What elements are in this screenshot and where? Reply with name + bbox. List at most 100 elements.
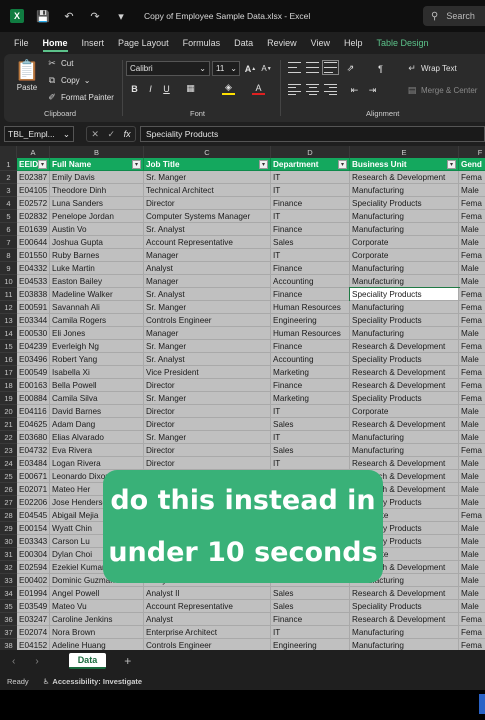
row-number[interactable]: 29 bbox=[0, 522, 17, 535]
table-cell[interactable]: Marketing bbox=[271, 366, 350, 379]
table-cell[interactable]: Fema bbox=[459, 249, 485, 262]
row-number[interactable]: 21 bbox=[0, 418, 17, 431]
row-number[interactable]: 35 bbox=[0, 600, 17, 613]
table-cell[interactable]: IT bbox=[271, 626, 350, 639]
table-cell[interactable]: Manufacturing bbox=[350, 444, 459, 457]
table-cell[interactable]: E00591 bbox=[17, 301, 50, 314]
table-cell[interactable]: Madeline Walker bbox=[50, 288, 144, 301]
table-cell[interactable]: Fema bbox=[459, 314, 485, 327]
table-cell[interactable]: Male bbox=[459, 184, 485, 197]
table-cell[interactable]: E03838 bbox=[17, 288, 50, 301]
table-cell[interactable]: Fema bbox=[459, 288, 485, 301]
table-cell[interactable]: Computer Systems Manager bbox=[144, 210, 271, 223]
sheet-tab-data[interactable]: Data bbox=[68, 653, 107, 669]
table-cell[interactable]: Research & Development bbox=[350, 418, 459, 431]
table-cell[interactable]: Male bbox=[459, 470, 485, 483]
align-center-icon[interactable] bbox=[306, 84, 319, 95]
table-cell[interactable]: E03343 bbox=[17, 535, 50, 548]
row-number[interactable]: 32 bbox=[0, 561, 17, 574]
table-cell[interactable]: Easton Bailey bbox=[50, 275, 144, 288]
table-cell[interactable]: Manufacturing bbox=[350, 262, 459, 275]
table-cell[interactable]: Fema bbox=[459, 392, 485, 405]
table-cell[interactable]: Finance bbox=[271, 288, 350, 301]
table-cell[interactable]: Account Representative bbox=[144, 236, 271, 249]
table-cell[interactable]: Manufacturing bbox=[350, 626, 459, 639]
table-cell[interactable]: Director bbox=[144, 457, 271, 470]
row-number[interactable]: 14 bbox=[0, 327, 17, 340]
tab-table-design[interactable]: Table Design bbox=[370, 32, 436, 54]
table-cell[interactable]: Luna Sanders bbox=[50, 197, 144, 210]
table-cell[interactable]: Sr. Manger bbox=[144, 171, 271, 184]
column-header-d[interactable]: D bbox=[271, 146, 350, 158]
table-cell[interactable]: Caroline Jenkins bbox=[50, 613, 144, 626]
table-cell[interactable]: Sales bbox=[271, 600, 350, 613]
table-cell[interactable]: Human Resources bbox=[271, 327, 350, 340]
table-cell[interactable]: Director bbox=[144, 418, 271, 431]
merge-center-button[interactable]: ▤ Merge & Center bbox=[406, 85, 478, 96]
table-cell[interactable]: Adam Dang bbox=[50, 418, 144, 431]
table-cell[interactable]: E00154 bbox=[17, 522, 50, 535]
table-cell[interactable]: Research & Development bbox=[350, 171, 459, 184]
table-cell[interactable]: E00304 bbox=[17, 548, 50, 561]
table-cell[interactable]: E04239 bbox=[17, 340, 50, 353]
table-header-cell[interactable]: Gend bbox=[459, 158, 485, 171]
table-cell[interactable]: E00530 bbox=[17, 327, 50, 340]
table-cell[interactable]: Director bbox=[144, 379, 271, 392]
table-cell[interactable]: Enterprise Architect bbox=[144, 626, 271, 639]
table-cell[interactable]: Male bbox=[459, 353, 485, 366]
table-cell[interactable]: E02387 bbox=[17, 171, 50, 184]
table-cell[interactable]: Research & Development bbox=[350, 340, 459, 353]
add-sheet-button[interactable]: + bbox=[124, 654, 131, 668]
table-cell[interactable]: Fema bbox=[459, 197, 485, 210]
column-header-b[interactable]: B bbox=[50, 146, 144, 158]
table-cell[interactable]: Account Representative bbox=[144, 600, 271, 613]
row-number[interactable]: 24 bbox=[0, 457, 17, 470]
decrease-indent-icon[interactable]: ⇤ bbox=[348, 84, 361, 97]
table-cell[interactable]: Controls Engineer bbox=[144, 639, 271, 650]
table-cell[interactable]: E04105 bbox=[17, 184, 50, 197]
customize-quick-access-icon[interactable]: ▾ bbox=[114, 9, 128, 23]
row-number[interactable]: 37 bbox=[0, 626, 17, 639]
align-right-icon[interactable] bbox=[324, 84, 337, 95]
filter-dropdown-icon[interactable]: ▾ bbox=[259, 160, 268, 169]
table-cell[interactable]: E03247 bbox=[17, 613, 50, 626]
row-number[interactable]: 11 bbox=[0, 288, 17, 301]
redo-icon[interactable]: ↷ bbox=[88, 9, 102, 23]
table-cell[interactable]: Speciality Products bbox=[350, 197, 459, 210]
table-cell[interactable]: Theodore Dinh bbox=[50, 184, 144, 197]
table-cell[interactable]: E00163 bbox=[17, 379, 50, 392]
table-cell[interactable]: Director bbox=[144, 197, 271, 210]
table-cell[interactable]: Fema bbox=[459, 171, 485, 184]
table-cell[interactable]: Sr. Manger bbox=[144, 431, 271, 444]
row-number[interactable]: 1 bbox=[0, 158, 17, 171]
table-cell[interactable]: E02594 bbox=[17, 561, 50, 574]
table-cell[interactable]: Research & Development bbox=[350, 457, 459, 470]
table-cell[interactable]: Manufacturing bbox=[350, 639, 459, 650]
row-number[interactable]: 7 bbox=[0, 236, 17, 249]
table-cell[interactable]: E01994 bbox=[17, 587, 50, 600]
active-cell[interactable]: Speciality Products bbox=[349, 287, 460, 302]
row-number[interactable]: 36 bbox=[0, 613, 17, 626]
chevron-left-icon[interactable]: ‹ bbox=[12, 656, 15, 667]
chevron-right-icon[interactable]: › bbox=[35, 656, 38, 667]
font-color-icon[interactable]: A bbox=[252, 82, 265, 95]
table-cell[interactable]: E00671 bbox=[17, 470, 50, 483]
accessibility-status[interactable]: ♿ Accessibility: Investigate bbox=[43, 677, 142, 686]
table-cell[interactable]: Male bbox=[459, 431, 485, 444]
filter-dropdown-icon[interactable]: ▾ bbox=[38, 160, 47, 169]
table-cell[interactable]: Finance bbox=[271, 379, 350, 392]
table-cell[interactable]: Male bbox=[459, 327, 485, 340]
table-cell[interactable]: IT bbox=[271, 171, 350, 184]
table-cell[interactable]: E04625 bbox=[17, 418, 50, 431]
table-cell[interactable]: Marketing bbox=[271, 392, 350, 405]
table-cell[interactable]: Analyst bbox=[144, 613, 271, 626]
row-number[interactable]: 28 bbox=[0, 509, 17, 522]
grow-font-button[interactable]: A ▲ bbox=[244, 62, 257, 75]
row-number[interactable]: 9 bbox=[0, 262, 17, 275]
table-cell[interactable]: Fema bbox=[459, 379, 485, 392]
filter-dropdown-icon[interactable]: ▾ bbox=[447, 160, 456, 169]
table-cell[interactable]: Vice President bbox=[144, 366, 271, 379]
row-number[interactable]: 23 bbox=[0, 444, 17, 457]
table-cell[interactable]: Manufacturing bbox=[350, 301, 459, 314]
table-cell[interactable]: Fema bbox=[459, 444, 485, 457]
